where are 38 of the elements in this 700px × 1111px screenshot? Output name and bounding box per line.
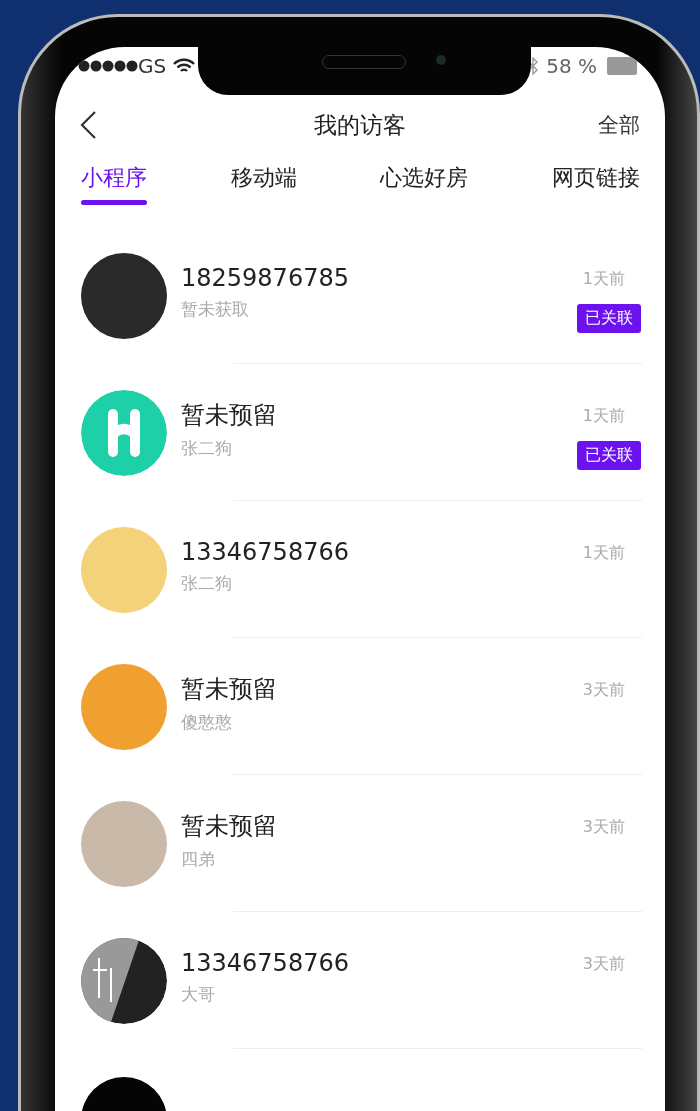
visitor-row[interactable]: 13346758766 张二狗 1天前 [55,501,665,638]
visitor-row[interactable]: 18259876785 暂未获取 1天前 已关联 [55,227,665,364]
visit-time: 3天前 [582,954,626,975]
visitor-name: 暂未预留 [181,674,278,705]
linked-badge: 已关联 [577,441,641,470]
tab[interactable]: 移动端 [230,159,297,205]
visitor-subtitle: 大哥 [181,983,216,1006]
visitor-name: 13346758766 [181,949,350,977]
visit-time: 3天前 [582,680,626,701]
visitor-row[interactable]: 暂未预留 张二狗 1天前 已关联 [55,364,665,501]
battery-percent: 58 % [546,54,597,78]
tab[interactable]: 网页链接 [551,159,640,205]
visitor-row[interactable]: 暂未预留 傻憨憨 3天前 [55,638,665,775]
visit-time: 1天前 [582,406,626,427]
visit-time: 1天前 [582,269,626,290]
bluetooth-icon [528,57,539,75]
visitor-subtitle: 四弟 [181,848,216,871]
visitor-row[interactable]: 13346758766 大哥 3天前 [55,912,665,1049]
tab[interactable]: 小程序 [81,159,147,205]
visitor-row[interactable]: 暂未预留 四弟 3天前 [55,775,665,912]
visitor-name: 13346758766 [181,538,350,566]
all-link[interactable]: 全部 [598,111,640,139]
carrier-name: GS [138,54,167,78]
visit-time: 3天前 [582,817,626,838]
back-icon[interactable] [79,110,97,140]
tab[interactable]: 心选好房 [380,159,469,205]
linked-badge: 已关联 [577,304,641,333]
visitor-subtitle: 张二狗 [181,437,233,460]
signal-icon [78,59,138,73]
battery-icon [607,57,637,75]
visitor-subtitle: 张二狗 [181,572,233,595]
visitor-subtitle: 暂未获取 [181,298,250,321]
visit-time: 1天前 [582,543,626,564]
visitor-subtitle: 傻憨憨 [181,711,233,734]
visitor-name: 18259876785 [181,264,350,292]
page-title: 我的访客 [314,111,406,138]
visitor-name: 暂未预留 [181,811,278,842]
visitor-name: 暂未预留 [181,400,278,431]
